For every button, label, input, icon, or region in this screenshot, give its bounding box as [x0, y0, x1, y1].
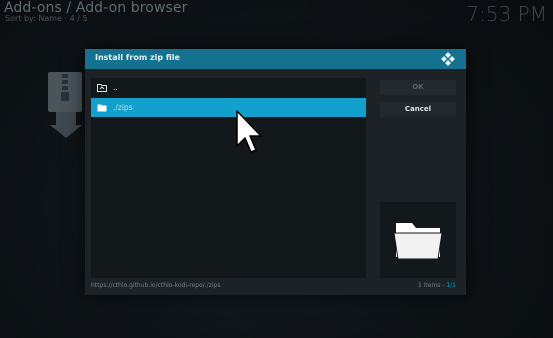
ok-button[interactable]: OK — [380, 80, 456, 95]
mouse-pointer-icon — [236, 110, 266, 160]
background-sort-info: Sort by: Name · 4 / 5 — [5, 14, 88, 23]
item-count-value: 1/1 — [446, 282, 456, 289]
dialog-header: Install from zip file — [85, 49, 466, 69]
folder-thumbnail — [380, 202, 456, 278]
folder-icon — [97, 103, 107, 112]
parent-folder-icon — [97, 83, 107, 92]
list-item-label: .. — [113, 83, 118, 92]
list-item-label: ./zips — [113, 103, 133, 112]
cancel-button[interactable]: Cancel — [380, 102, 456, 117]
dialog-title: Install from zip file — [95, 53, 180, 62]
zip-install-icon — [46, 70, 86, 140]
item-count-label: 1 items - — [417, 282, 447, 289]
kodi-logo-icon — [440, 51, 456, 67]
folder-icon — [393, 223, 443, 260]
item-count: 1 items - 1/1 — [418, 282, 456, 289]
list-item-zips[interactable]: ./zips — [91, 98, 366, 117]
install-from-zip-dialog: Install from zip file .. ./zips OK Cance… — [85, 49, 466, 295]
clock: 7:53 PM — [466, 2, 547, 26]
current-path: https://cthlo.github.io/cthlo-kodi-repo/… — [91, 282, 221, 289]
list-item-parent[interactable]: .. — [91, 78, 366, 97]
file-list: .. ./zips — [91, 78, 366, 278]
